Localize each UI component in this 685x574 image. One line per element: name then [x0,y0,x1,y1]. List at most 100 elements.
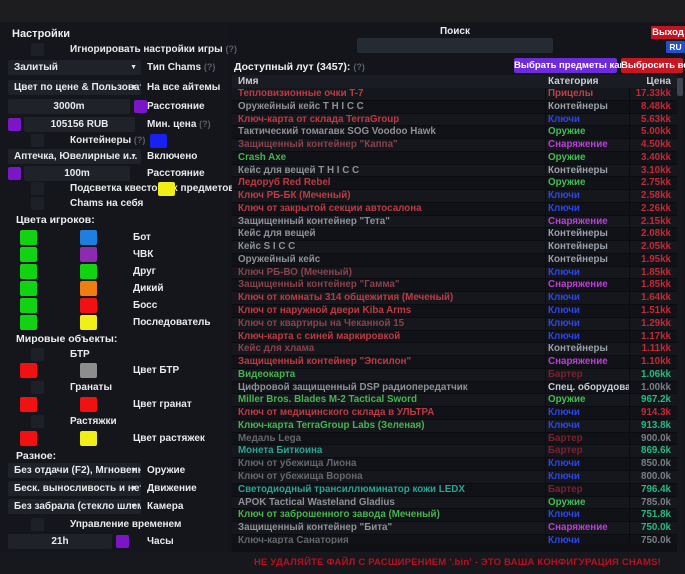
table-row[interactable]: Ключ-карта с синей маркировкойКлючи1.17k… [232,331,677,344]
table-row[interactable]: Кейс для вещей T H I C CКонтейнеры3.10kk [232,165,677,178]
table-row[interactable]: Ключ от медицинского склада в УЛЬТРАКлюч… [232,407,677,420]
all-items-dropdown[interactable]: Цвет по цене & Пользователь▼ [8,80,141,95]
table-row[interactable]: Ключ РБ-ВО (Меченый)Ключи1.85kk [232,267,677,280]
ignore-game-settings-checkbox[interactable] [31,42,46,57]
type-color-swatch[interactable] [80,298,97,313]
table-row[interactable]: Ключ от наружной двери Kiba ArmsКлючи1.5… [232,305,677,318]
column-header-category[interactable]: Категория [546,75,630,88]
item-category: Контейнеры [546,254,630,266]
object-color-swatch[interactable] [80,431,97,446]
table-row[interactable]: Тактический томагавк SOG Voodoo HawkОруж… [232,126,677,139]
table-row[interactable]: Защищенный контейнер "Каппа"Снаряжение4.… [232,139,677,152]
item-category: Снаряжение [546,356,630,368]
hours-color-swatch[interactable] [116,535,129,548]
table-scrollbar[interactable] [677,75,683,552]
all-items-row: Цвет по цене & Пользователь▼ На все айте… [0,80,230,96]
table-row[interactable]: Crash AxeОружие3.40kk [232,152,677,165]
table-row[interactable]: Кейс для хламаКонтейнеры1.11kk [232,343,677,356]
quest-items-color-swatch[interactable] [158,182,175,196]
table-row[interactable]: Защищенный контейнер "Гамма"Снаряжение1.… [232,279,677,292]
exit-button[interactable]: Выход [651,26,685,39]
table-row[interactable]: Ключ от комнаты 314 общежития (Меченый)К… [232,292,677,305]
visible-color-swatch[interactable] [20,281,37,296]
tripwires-checkbox[interactable] [31,414,46,429]
table-row[interactable]: Тепловизионные очки T-7Прицелы17.33kk [232,88,677,101]
item-category: Снаряжение [546,522,630,534]
table-row[interactable]: Ключ от закрытой секции автосалонаКлючи2… [232,203,677,216]
table-row[interactable]: Ключ-карта от склада TerraGroupКлючи5.63… [232,114,677,127]
language-button[interactable]: RU [666,41,685,53]
table-row[interactable]: Кейс S I C CКонтейнеры2.05kk [232,241,677,254]
help-icon[interactable]: (?) [225,44,237,54]
visible-color-swatch[interactable] [20,264,37,279]
item-price: 2.15kk [630,216,677,228]
table-row[interactable]: Ключ от убежища ВоронаКлючи800.0k [232,471,677,484]
containers-mode-dropdown[interactable]: Аптечка, Ювелирные и...▼ [8,149,141,164]
visible-color-swatch[interactable] [20,230,37,245]
table-row[interactable]: Оружейный кейсКонтейнеры1.95kk [232,254,677,267]
visible-color-swatch[interactable] [20,247,37,262]
config-warning-text: НЕ УДАЛЯЙТЕ ФАЙЛ С РАСШИРЕНИЕМ '.bin' - … [230,557,685,568]
visible-color-swatch[interactable] [20,431,37,446]
column-header-price[interactable]: Цена [630,75,677,88]
table-row[interactable]: Ледоруб Red RebelОружие2.75kk [232,177,677,190]
select-kappa-items-button[interactable]: Выбрать предметы каппа [514,58,617,73]
containers-distance-color-swatch[interactable] [8,167,21,180]
table-row[interactable]: APOK Tactical Wasteland GladiusОружие785… [232,497,677,510]
btr-checkbox[interactable] [31,347,46,362]
help-icon[interactable]: (?) [353,62,365,72]
type-color-swatch[interactable] [80,230,97,245]
drop-all-button[interactable]: Выбросить все [621,58,683,73]
table-row[interactable]: Ключ от убежища ЛионаКлючи850.0k [232,458,677,471]
table-row[interactable]: Цифровой защищенный DSP радиопередатчикС… [232,382,677,395]
chams-self-checkbox[interactable] [31,196,46,211]
containers-checkbox[interactable] [31,133,46,148]
chams-type-dropdown[interactable]: Залитый▼ [8,60,141,75]
chams-type-row: Залитый▼ Тип Chams (?) [0,60,230,76]
type-color-swatch[interactable] [80,281,97,296]
table-row[interactable]: Медаль LegaБартер900.0k [232,433,677,446]
table-row[interactable]: Защищенный контейнер "Тета"Снаряжение2.1… [232,216,677,229]
table-row[interactable]: Ключ-карта TerraGroup Labs (Зеленая)Ключ… [232,420,677,433]
visible-color-swatch[interactable] [20,397,37,412]
min-price-color-swatch[interactable] [8,118,21,131]
time-control-checkbox[interactable] [31,517,46,532]
table-row[interactable]: Защищенный контейнер "Бита"Снаряжение750… [232,522,677,535]
containers-color-swatch[interactable] [150,134,167,148]
scrollbar-thumb[interactable] [677,78,683,96]
table-row[interactable]: Ключ-карта СанаторияКлючи750.0k [232,535,677,544]
help-icon[interactable]: (?) [199,119,211,129]
search-input[interactable] [357,38,553,53]
table-row[interactable]: Ключ от заброшенного завода (Меченый)Клю… [232,509,677,522]
type-color-swatch[interactable] [80,315,97,330]
table-row[interactable]: ВидеокартаБартер1.06kk [232,369,677,382]
visible-color-swatch[interactable] [20,315,37,330]
object-color-swatch[interactable] [80,363,97,378]
weapon-dropdown[interactable]: Без отдачи (F2), Мгновенное п▼ [8,463,141,478]
grenades-checkbox[interactable] [31,380,46,395]
table-row[interactable]: Ключ от квартиры на Чеканной 15Ключи1.29… [232,318,677,331]
type-color-swatch[interactable] [80,247,97,262]
misc-title: Разное: [16,450,56,462]
distance-color-swatch[interactable] [134,100,147,113]
help-icon[interactable]: (?) [134,135,146,145]
camera-dropdown[interactable]: Без забрала (стекло шлема)▼ [8,499,141,514]
table-row[interactable]: Miller Bros. Blades M-2 Tactical SwordОр… [232,394,677,407]
table-row[interactable]: Светодиодный трансиллюминатор кожи LEDXБ… [232,484,677,497]
help-icon[interactable]: (?) [204,62,216,72]
visible-color-swatch[interactable] [20,298,37,313]
table-row[interactable]: Кейс для вещейКонтейнеры2.08kk [232,228,677,241]
window-top-strip [0,0,685,22]
table-row[interactable]: Монета БиткоинаБартер869.6k [232,445,677,458]
hours-input[interactable]: 21h [8,534,112,549]
quest-items-checkbox[interactable] [31,181,46,196]
type-color-swatch[interactable] [80,264,97,279]
table-row[interactable]: Защищенный контейнер "Эпсилон"Снаряжение… [232,356,677,369]
movement-dropdown[interactable]: Беск. выносливость и нет уста▼ [8,481,141,496]
column-header-name[interactable]: Имя [232,75,546,88]
distance-input[interactable]: 3000m [8,99,130,114]
visible-color-swatch[interactable] [20,363,37,378]
table-row[interactable]: Ключ РБ-БК (Меченый)Ключи2.58kk [232,190,677,203]
object-color-swatch[interactable] [80,397,97,412]
table-row[interactable]: Оружейный кейс T H I C CКонтейнеры8.48kk [232,101,677,114]
